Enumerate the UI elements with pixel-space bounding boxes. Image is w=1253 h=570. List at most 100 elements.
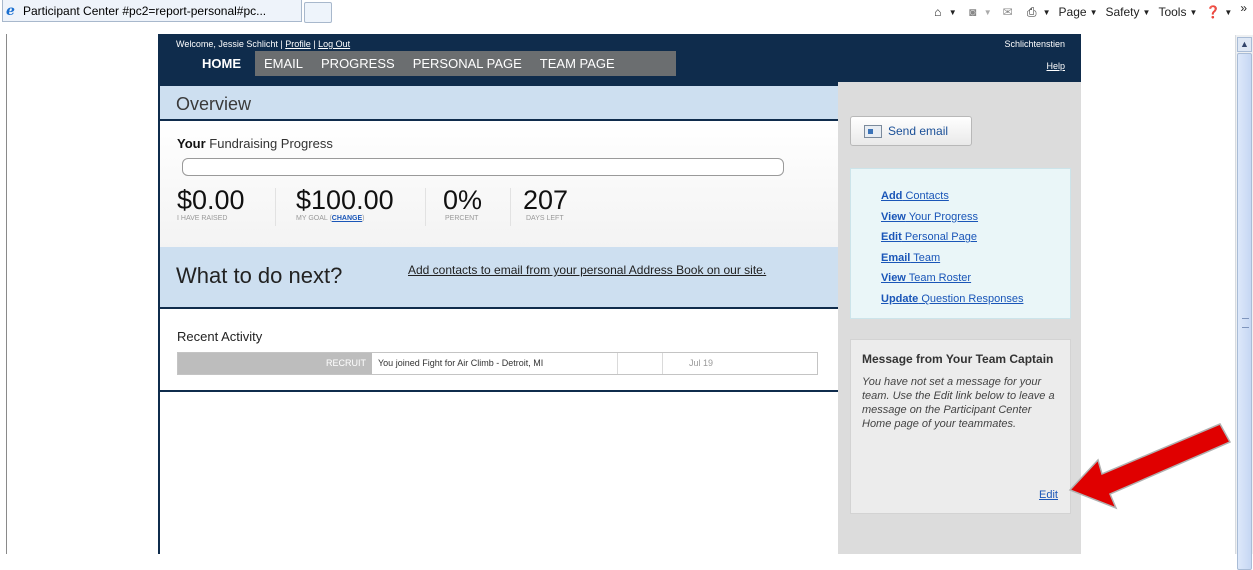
overflow-chevron-icon: »: [1240, 1, 1247, 15]
view-progress-link[interactable]: View Your Progress: [881, 207, 1070, 228]
overview-title: Overview: [176, 94, 252, 114]
table-row: RECRUIT You joined Fight for Air Climb -…: [177, 352, 818, 375]
site-header: Welcome, Jessie Schlicht | Profile | Log…: [158, 34, 1081, 82]
chevron-down-icon: ▼: [1042, 7, 1051, 17]
tools-menu-label: Tools: [1158, 5, 1187, 19]
home-icon: ⌂: [934, 5, 942, 19]
percent-value: 0%: [443, 185, 483, 215]
raised-label: I HAVE RAISED: [177, 215, 228, 222]
days-value: 207: [523, 185, 569, 215]
main-nav: HOME EMAIL PROGRESS PERSONAL PAGE TEAM P…: [186, 51, 676, 76]
team-captain-message: Message from Your Team Captain You have …: [850, 339, 1071, 514]
team-name: Schlichtenstien: [1004, 39, 1065, 49]
help-link[interactable]: Help: [1046, 61, 1065, 71]
stat-divider: [425, 188, 426, 226]
header-separator: |: [310, 39, 319, 49]
recent-activity-title: Recent Activity: [177, 329, 263, 344]
vertical-scrollbar[interactable]: ▲: [1235, 35, 1253, 570]
browser-toolbar: e Participant Center #pc2=report-persona…: [0, 0, 1253, 34]
tab-home[interactable]: HOME: [186, 51, 255, 76]
print-icon: ⎙: [1026, 5, 1037, 19]
fundraising-progress: Your Fundraising Progress $0.00 I HAVE R…: [160, 121, 838, 247]
activity-date: Jul 19: [689, 358, 714, 368]
add-contacts-link[interactable]: Add contacts to email from your personal…: [408, 262, 808, 278]
link-verb: Update: [881, 292, 919, 305]
send-email-label: Send email: [888, 124, 949, 138]
link-text: Question Responses: [918, 292, 1024, 305]
raised-stat: $0.00 I HAVE RAISED: [177, 185, 245, 222]
scrollbar-thumb[interactable]: [1237, 53, 1252, 570]
overview-header: Overview: [160, 82, 838, 121]
quick-links: Add Contacts View Your Progress Edit Per…: [850, 168, 1071, 319]
activity-spacer: [618, 353, 663, 374]
link-verb: View: [881, 210, 906, 223]
activity-text: You joined Fight for Air Climb - Detroit…: [372, 353, 618, 374]
chevron-down-icon: ▼: [1189, 7, 1198, 17]
command-bar: ⌂ ▼ ◙ ▼ ✉ ⎙ ▼ Page ▼ Safety ▼ Tools ▼ ❓ ▼ »: [922, 1, 1253, 22]
add-contacts-sidebar-link[interactable]: Add Contacts: [881, 186, 1070, 207]
change-goal-link[interactable]: change: [332, 215, 362, 222]
link-verb: Email: [881, 251, 911, 264]
page-menu[interactable]: Page ▼: [1059, 5, 1098, 19]
browser-tab-title: Participant Center #pc2=report-personal#…: [23, 3, 267, 18]
safety-menu-label: Safety: [1105, 5, 1140, 19]
goal-value: $100.00: [296, 185, 394, 215]
percent-stat: 0% PERCENT: [443, 185, 482, 222]
help-menu[interactable]: ❓ ▼: [1205, 5, 1232, 19]
stat-divider: [275, 188, 276, 226]
red-arrow-annotation: [1068, 423, 1232, 510]
section-divider: [160, 390, 838, 392]
link-verb: Edit: [881, 231, 902, 244]
envelope-icon: [864, 124, 882, 138]
arrow-shape: [1068, 423, 1232, 510]
progress-title-bold: Your: [177, 136, 206, 151]
grip-icon: [1242, 318, 1249, 328]
tab-email[interactable]: EMAIL: [255, 51, 312, 76]
progress-title-rest: Fundraising Progress: [205, 136, 333, 151]
goal-label: MY GOAL (change): [296, 215, 394, 222]
message-body: You have not set a message for your team…: [862, 376, 1055, 430]
tools-menu[interactable]: Tools ▼: [1158, 5, 1197, 19]
scroll-up-icon[interactable]: ▲: [1237, 37, 1252, 52]
link-text: Your Progress: [905, 210, 979, 223]
progress-bar: [182, 158, 784, 176]
link-text: Personal Page: [901, 231, 977, 244]
rss-icon: ◙: [969, 5, 977, 19]
activity-tag: RECRUIT: [178, 353, 372, 374]
what-to-do-next: What to do next? Add contacts to email f…: [160, 247, 838, 309]
mail-button[interactable]: ✉: [1000, 5, 1016, 19]
send-email-button[interactable]: Send email: [850, 116, 972, 146]
edit-personal-page-link[interactable]: Edit Personal Page: [881, 227, 1070, 248]
safety-menu[interactable]: Safety ▼: [1106, 5, 1151, 19]
chevron-down-icon: ▼: [1142, 7, 1151, 17]
tab-team-page[interactable]: TEAM PAGE: [531, 51, 624, 76]
logout-link[interactable]: Log Out: [318, 39, 350, 49]
profile-link[interactable]: Profile: [285, 39, 311, 49]
help-icon: ❓: [1205, 5, 1221, 19]
browser-tab[interactable]: e Participant Center #pc2=report-persona…: [2, 0, 302, 22]
feeds-button[interactable]: ◙ ▼: [965, 5, 992, 19]
link-text: Team: [910, 251, 941, 264]
goal-stat: $100.00 MY GOAL (change): [296, 185, 394, 222]
home-button[interactable]: ⌂ ▼: [930, 5, 957, 19]
view-team-roster-link[interactable]: View Team Roster: [881, 268, 1070, 289]
email-team-link[interactable]: Email Team: [881, 248, 1070, 269]
progress-title: Your Fundraising Progress: [177, 136, 333, 151]
tab-progress[interactable]: PROGRESS: [312, 51, 404, 76]
mail-icon: ✉: [1002, 5, 1013, 19]
new-tab-button[interactable]: [304, 2, 332, 23]
page-menu-label: Page: [1058, 5, 1087, 19]
days-stat: 207 DAYS LEFT: [523, 185, 568, 222]
update-question-responses-link[interactable]: Update Question Responses: [881, 289, 1070, 310]
print-button[interactable]: ⎙ ▼: [1024, 5, 1051, 19]
overflow-button[interactable]: »: [1240, 1, 1247, 15]
days-label: DAYS LEFT: [526, 215, 564, 222]
link-text: Team Roster: [905, 272, 972, 285]
chevron-down-icon: ▼: [1224, 7, 1233, 17]
next-title: What to do next?: [176, 263, 343, 288]
chevron-down-icon: ▼: [948, 7, 957, 17]
link-verb: View: [881, 272, 906, 285]
chevron-down-icon: ▼: [983, 7, 992, 17]
tab-personal-page[interactable]: PERSONAL PAGE: [404, 51, 531, 76]
edit-message-link[interactable]: Edit: [1039, 489, 1058, 501]
